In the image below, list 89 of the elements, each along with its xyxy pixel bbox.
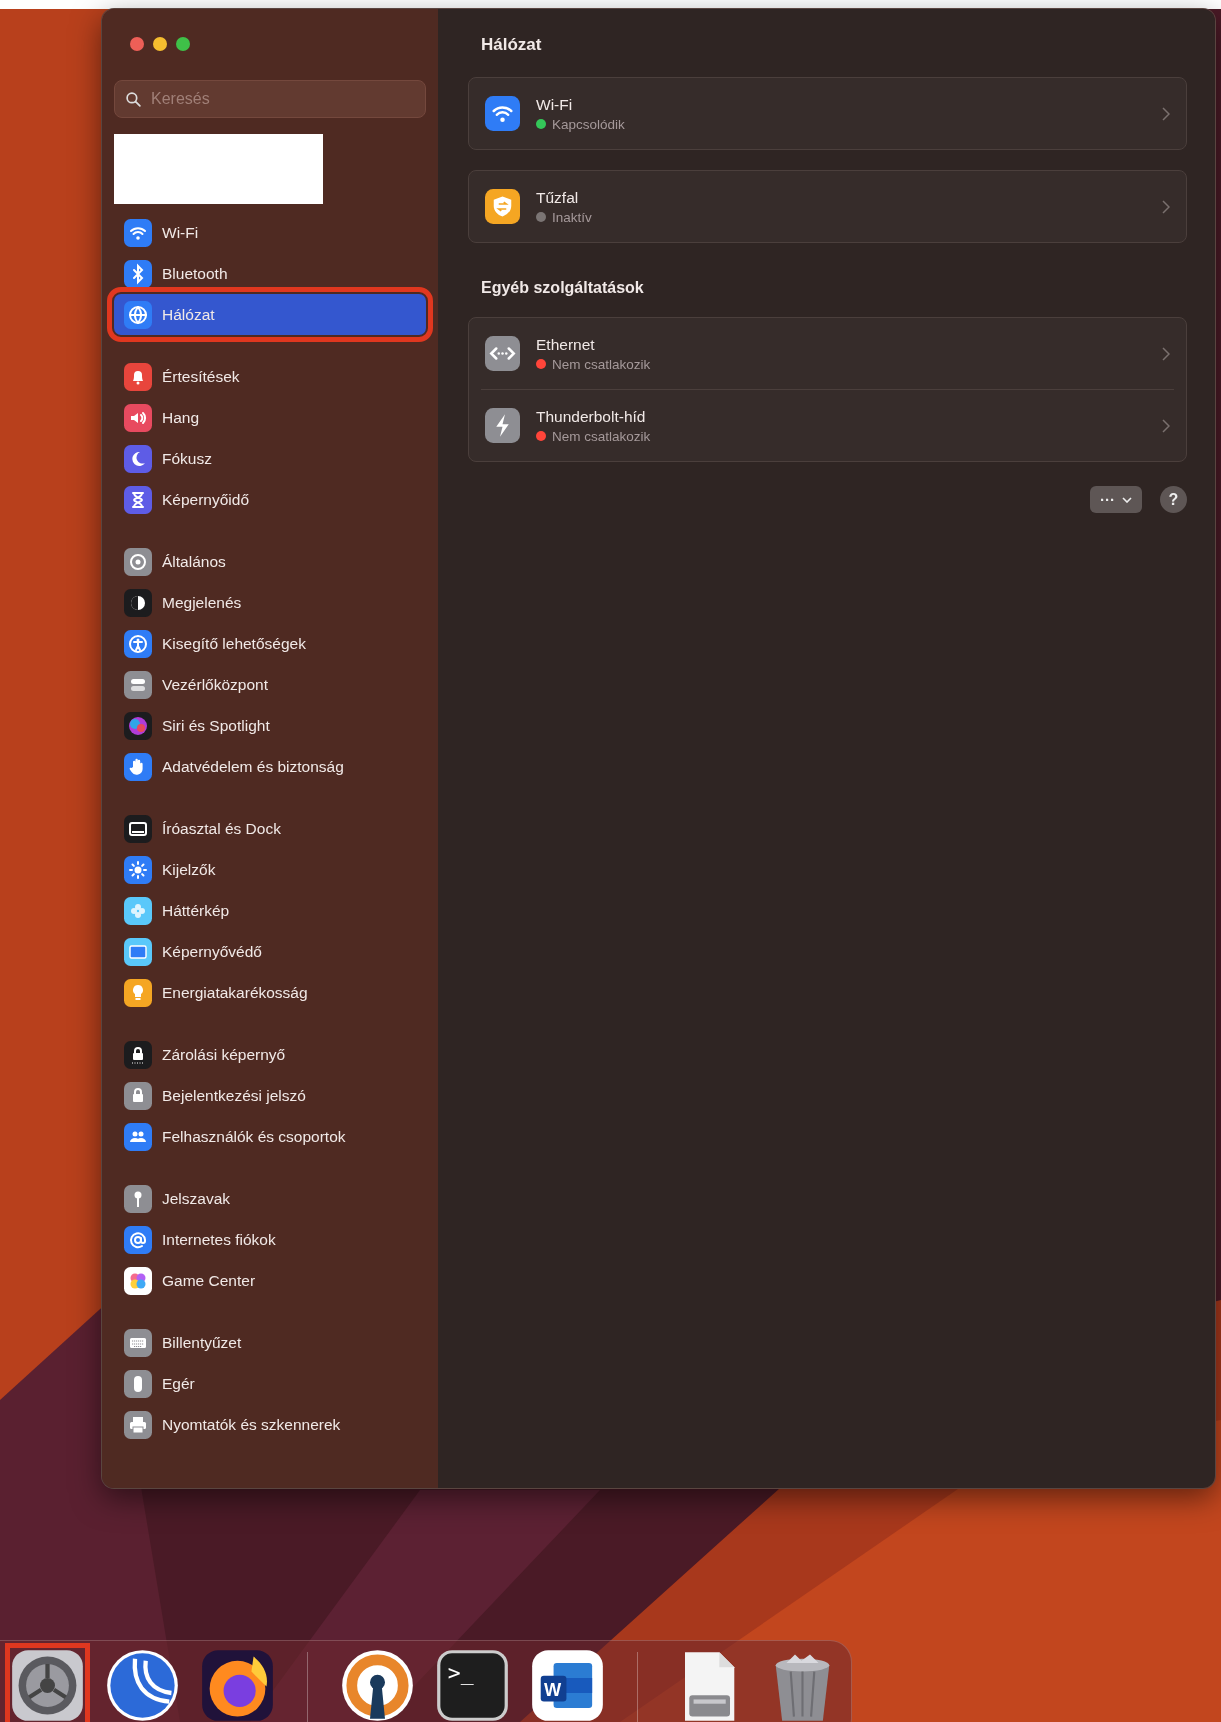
sidebar-item[interactable]: Game Center: [114, 1260, 426, 1301]
service-row[interactable]: Wi-Fi Kapcsolódik: [469, 78, 1186, 149]
help-button[interactable]: ?: [1160, 486, 1187, 513]
lightbulb-icon: [124, 978, 152, 1007]
search-icon: [125, 91, 142, 108]
gear-icon[interactable]: [10, 1648, 85, 1722]
minimize-button[interactable]: [153, 37, 167, 51]
sidebar-item[interactable]: Egér: [114, 1363, 426, 1404]
sidebar-item[interactable]: Adatvédelem és biztonság: [114, 746, 426, 787]
search-field[interactable]: Keresés: [114, 80, 426, 118]
sidebar-item[interactable]: Értesítések: [114, 356, 426, 397]
keyboard-icon: [124, 1328, 152, 1357]
shield-icon: [485, 189, 520, 224]
sidebar-item[interactable]: Fókusz: [114, 438, 426, 479]
page-title: Hálózat: [481, 35, 543, 55]
keyhole-icon[interactable]: [340, 1648, 415, 1722]
status-text: Nem csatlakozik: [552, 356, 651, 372]
bell-icon: [124, 362, 152, 391]
flower-icon: [124, 896, 152, 925]
moon-icon: [124, 444, 152, 473]
sidebar-item[interactable]: Jelszavak: [114, 1178, 426, 1219]
sidebar-item[interactable]: Bejelentkezési jelszó: [114, 1075, 426, 1116]
service-row[interactable]: Ethernet Nem csatlakozik: [469, 318, 1186, 389]
chevron-icon: [1162, 199, 1170, 214]
key-icon: [124, 1184, 152, 1213]
sun-icon: [124, 855, 152, 884]
orb-icon: [124, 711, 152, 740]
printer-icon: [124, 1410, 152, 1439]
lock-icon: [124, 1081, 152, 1110]
close-button[interactable]: [130, 37, 144, 51]
sidebar-item[interactable]: Felhasználók és csoportok: [114, 1116, 426, 1157]
flame-globe-icon[interactable]: [200, 1648, 275, 1722]
zoom-button[interactable]: [176, 37, 190, 51]
sidebar-item[interactable]: Hang: [114, 397, 426, 438]
hand-icon: [124, 752, 152, 781]
speaker-icon: [124, 403, 152, 432]
toggle-icon: [124, 670, 152, 699]
sidebar-item[interactable]: Íróasztal és Dock: [114, 808, 426, 849]
sidebar-item[interactable]: Bluetooth: [114, 253, 426, 294]
globe-icon: [124, 300, 152, 329]
section-heading: Egyéb szolgáltatások: [481, 279, 645, 297]
sidebar-item[interactable]: Nyomtatók és szkennerek: [114, 1404, 426, 1445]
sidebar-item[interactable]: Kijelzők: [114, 849, 426, 890]
accessibility-icon: [124, 629, 152, 658]
sidebar-item[interactable]: Megjelenés: [114, 582, 426, 623]
sidebar-item[interactable]: Vezérlőközpont: [114, 664, 426, 705]
chevron-icon: [1162, 346, 1170, 361]
status-text: Kapcsolódik: [552, 116, 625, 132]
bluetooth-icon: [124, 259, 152, 288]
terminal-icon[interactable]: >_: [435, 1648, 510, 1722]
sidebar-item[interactable]: Képernyővédő: [114, 931, 426, 972]
sidebar-item[interactable]: Energiatakarékosság: [114, 972, 426, 1013]
sidebar-item[interactable]: Háttérkép: [114, 890, 426, 931]
service-row[interactable]: Tűzfal Inaktív: [469, 171, 1186, 242]
at-sign-icon: [124, 1225, 152, 1254]
lock-icon: [124, 1040, 152, 1069]
service-name: Thunderbolt-híd: [536, 407, 647, 426]
service-name: Wi-Fi: [536, 95, 574, 114]
sidebar-item[interactable]: Internetes fiókok: [114, 1219, 426, 1260]
lightning-icon: [485, 408, 520, 443]
screen-icon: [124, 937, 152, 966]
chevron-icon: [1162, 418, 1170, 433]
sidebar-item[interactable]: Siri és Spotlight: [114, 705, 426, 746]
sidebar-item[interactable]: Billentyűzet: [114, 1322, 426, 1363]
more-menu-button[interactable]: ···: [1090, 486, 1142, 513]
bubbles-icon: [124, 1266, 152, 1295]
sidebar-item[interactable]: Zárolási képernyő: [114, 1034, 426, 1075]
document-icon[interactable]: W: [530, 1648, 605, 1722]
wifi-icon: [124, 218, 152, 247]
service-name: Tűzfal: [536, 188, 580, 207]
window-icon: [124, 814, 152, 843]
hourglass-icon: [124, 485, 152, 514]
mouse-icon: [124, 1369, 152, 1398]
ethernet-icon: [485, 336, 520, 371]
sidebar-item[interactable]: Képernyőidő: [114, 479, 426, 520]
status-text: Nem csatlakozik: [552, 428, 651, 444]
arc-circle-icon[interactable]: [105, 1648, 180, 1722]
people-icon: [124, 1122, 152, 1151]
sidebar-item[interactable]: Általános: [114, 541, 426, 582]
service-row[interactable]: Thunderbolt-híd Nem csatlakozik: [481, 389, 1174, 461]
sidebar-item[interactable]: Kisegítő lehetőségek: [114, 623, 426, 664]
wifi-icon: [485, 96, 520, 131]
caret-icon: [1122, 496, 1132, 503]
status-text: Inaktív: [552, 209, 592, 225]
sidebar-item[interactable]: Wi-Fi: [114, 212, 426, 253]
contrast-icon: [124, 588, 152, 617]
chevron-icon: [1162, 106, 1170, 121]
service-name: Ethernet: [536, 335, 596, 354]
gear-icon: [124, 547, 152, 576]
